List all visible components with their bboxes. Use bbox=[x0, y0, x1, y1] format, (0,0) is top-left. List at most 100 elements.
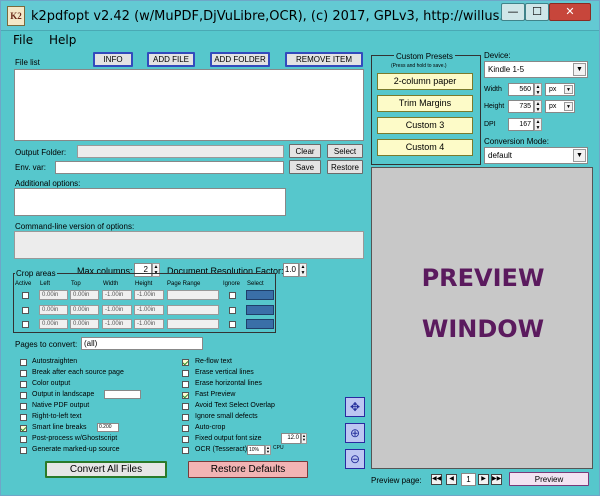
ignore-defects-checkbox[interactable] bbox=[182, 414, 189, 421]
crop-row-height-input[interactable]: -1.00in bbox=[134, 319, 164, 329]
crop-row-active-checkbox[interactable] bbox=[22, 292, 29, 299]
menu-help[interactable]: Help bbox=[49, 33, 76, 47]
smart-line-breaks-checkbox[interactable] bbox=[20, 425, 27, 432]
avoid-overlap-checkbox[interactable] bbox=[182, 403, 189, 410]
device-select[interactable]: Kindle 1-5 ▼ bbox=[484, 61, 588, 78]
convert-all-files-button[interactable]: Convert All Files bbox=[45, 461, 167, 478]
crop-row-page-range-input[interactable] bbox=[167, 319, 219, 329]
fixed-font-spinner[interactable]: ▲ ▼ bbox=[301, 433, 307, 444]
next-page-icon[interactable]: ▶ bbox=[478, 474, 489, 485]
ghostscript-label: Post-process w/Ghostscript bbox=[32, 435, 118, 442]
restore-button[interactable]: Restore bbox=[327, 160, 363, 174]
marked-up-source-checkbox[interactable] bbox=[20, 447, 27, 454]
doc-resolution-input[interactable]: 1.0 bbox=[283, 263, 299, 277]
file-list-box[interactable] bbox=[14, 69, 364, 141]
pan-icon[interactable]: ✥ bbox=[345, 397, 365, 417]
select-button[interactable]: Select bbox=[327, 144, 363, 158]
right-to-left-checkbox[interactable] bbox=[20, 414, 27, 421]
fixed-font-input[interactable]: 12.0 bbox=[281, 433, 301, 444]
last-page-icon[interactable]: ▶▶ bbox=[491, 474, 502, 485]
crop-row-ignore-checkbox[interactable] bbox=[229, 321, 236, 328]
minimize-button[interactable]: — bbox=[501, 3, 525, 21]
landscape-pages-input[interactable] bbox=[104, 390, 141, 399]
width-spinner[interactable]: ▲ ▼ bbox=[534, 83, 542, 96]
smart-line-breaks-input[interactable]: 0.200 bbox=[97, 423, 119, 432]
crop-row-active-checkbox[interactable] bbox=[22, 321, 29, 328]
native-pdf-checkbox[interactable] bbox=[20, 403, 27, 410]
auto-crop-checkbox[interactable] bbox=[182, 425, 189, 432]
preview-window: PREVIEW WINDOW bbox=[371, 167, 593, 469]
add-folder-button[interactable]: ADD FOLDER bbox=[210, 52, 270, 67]
zoom-in-icon[interactable]: ⊕ bbox=[345, 423, 365, 443]
erase-vertical-checkbox[interactable] bbox=[182, 370, 189, 377]
dpi-spinner[interactable]: ▲ ▼ bbox=[534, 118, 542, 131]
doc-resolution-spinner[interactable]: ▲ ▼ bbox=[299, 263, 307, 277]
remove-item-button[interactable]: REMOVE ITEM bbox=[285, 52, 363, 67]
crop-header-ignore: Ignore bbox=[223, 281, 241, 287]
crop-row-height-input[interactable]: -1.00in bbox=[134, 290, 164, 300]
save-button[interactable]: Save bbox=[289, 160, 321, 174]
crop-row-left-input[interactable]: 0.00in bbox=[39, 305, 68, 315]
info-button[interactable]: INFO bbox=[93, 52, 133, 67]
break-after-page-checkbox[interactable] bbox=[20, 370, 27, 377]
crop-row-active-checkbox[interactable] bbox=[22, 307, 29, 314]
crop-row-page-range-input[interactable] bbox=[167, 305, 219, 315]
reflow-text-checkbox[interactable] bbox=[182, 359, 189, 366]
dpi-input[interactable]: 167 bbox=[508, 118, 534, 131]
ocr-cpu-input[interactable]: 10% bbox=[247, 445, 265, 455]
height-spinner[interactable]: ▲ ▼ bbox=[534, 100, 542, 113]
crop-row-height-input[interactable]: -1.00in bbox=[134, 305, 164, 315]
crop-row-left-input[interactable]: 0.00in bbox=[39, 319, 68, 329]
preset-custom-3-button[interactable]: Custom 3 bbox=[377, 117, 473, 134]
ocr-cpu-spinner[interactable]: ▲ ▼ bbox=[265, 445, 271, 455]
custom-presets-subtitle: (Press and hold to save.) bbox=[391, 63, 447, 69]
first-page-icon[interactable]: ◀◀ bbox=[431, 474, 442, 485]
landscape-checkbox[interactable] bbox=[20, 392, 27, 399]
crop-row-top-input[interactable]: 0.00in bbox=[70, 290, 99, 300]
clear-button[interactable]: Clear bbox=[289, 144, 321, 158]
conversion-mode-select[interactable]: default ▼ bbox=[484, 147, 588, 164]
ghostscript-checkbox[interactable] bbox=[20, 436, 27, 443]
crop-row-left-input[interactable]: 0.00in bbox=[39, 290, 68, 300]
crop-row-width-input[interactable]: -1.00in bbox=[102, 319, 132, 329]
crop-row-select-button[interactable] bbox=[246, 290, 274, 300]
color-output-checkbox[interactable] bbox=[20, 381, 27, 388]
maximize-button[interactable]: ☐ bbox=[525, 3, 549, 21]
ocr-checkbox[interactable] bbox=[182, 447, 189, 454]
zoom-out-icon[interactable]: ⊖ bbox=[345, 449, 365, 469]
erase-horizontal-checkbox[interactable] bbox=[182, 381, 189, 388]
add-file-button[interactable]: ADD FILE bbox=[147, 52, 195, 67]
preview-button[interactable]: Preview bbox=[509, 472, 589, 486]
preset-2-column-button[interactable]: 2-column paper bbox=[377, 73, 473, 90]
width-unit-select[interactable]: px ▼ bbox=[545, 83, 575, 96]
height-unit-select[interactable]: px ▼ bbox=[545, 100, 575, 113]
width-input[interactable]: 560 bbox=[508, 83, 534, 96]
crop-row-ignore-checkbox[interactable] bbox=[229, 292, 236, 299]
height-input[interactable]: 735 bbox=[508, 100, 534, 113]
autostraighten-checkbox[interactable] bbox=[20, 359, 27, 366]
preset-custom-4-button[interactable]: Custom 4 bbox=[377, 139, 473, 156]
pages-to-convert-input[interactable]: (all) bbox=[81, 337, 203, 350]
fixed-font-checkbox[interactable] bbox=[182, 436, 189, 443]
close-button[interactable]: ✕ bbox=[549, 3, 591, 21]
crop-row-page-range-input[interactable] bbox=[167, 290, 219, 300]
output-folder-field[interactable] bbox=[77, 145, 284, 158]
crop-row-width-input[interactable]: -1.00in bbox=[102, 305, 132, 315]
crop-row-select-button[interactable] bbox=[246, 319, 274, 329]
env-var-field[interactable] bbox=[55, 161, 284, 174]
prev-page-icon[interactable]: ◀ bbox=[446, 474, 457, 485]
crop-row-top-input[interactable]: 0.00in bbox=[70, 319, 99, 329]
additional-options-field[interactable] bbox=[14, 188, 286, 216]
crop-header-left: Left bbox=[40, 281, 51, 287]
file-list-label: File list bbox=[15, 58, 40, 67]
restore-defaults-button[interactable]: Restore Defaults bbox=[188, 461, 308, 478]
ignore-defects-label: Ignore small defects bbox=[195, 413, 258, 420]
fast-preview-checkbox[interactable] bbox=[182, 392, 189, 399]
preview-page-input[interactable]: 1 bbox=[461, 473, 476, 486]
preset-trim-margins-button[interactable]: Trim Margins bbox=[377, 95, 473, 112]
crop-row-ignore-checkbox[interactable] bbox=[229, 307, 236, 314]
crop-row-top-input[interactable]: 0.00in bbox=[70, 305, 99, 315]
crop-row-width-input[interactable]: -1.00in bbox=[102, 290, 132, 300]
crop-row-select-button[interactable] bbox=[246, 305, 274, 315]
menu-file[interactable]: File bbox=[13, 33, 33, 47]
